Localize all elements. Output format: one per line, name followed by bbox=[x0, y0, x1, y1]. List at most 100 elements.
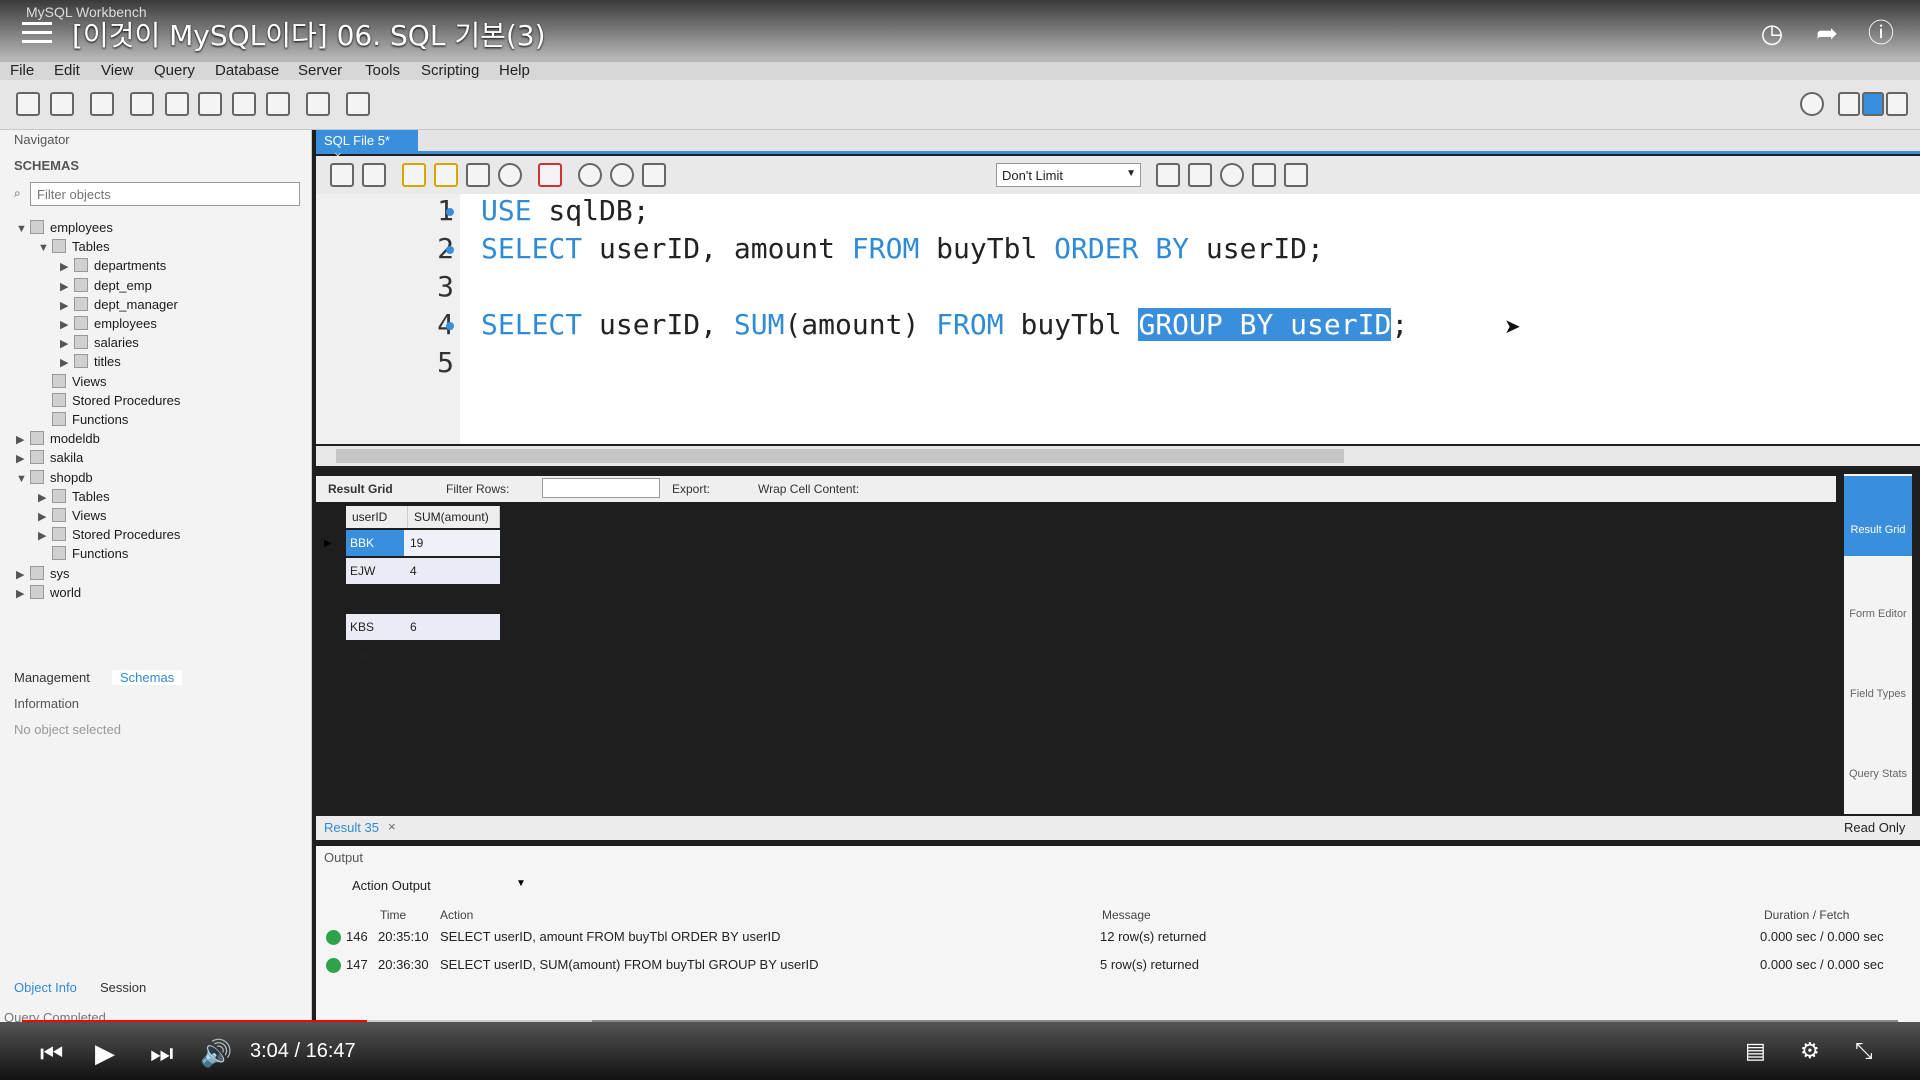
cell-userid[interactable]: EJW bbox=[350, 564, 375, 578]
execute-current-icon[interactable] bbox=[434, 163, 458, 187]
collapsed-twisty-icon[interactable]: ▶ bbox=[38, 510, 48, 523]
tree-item[interactable]: ▼ Tables bbox=[38, 239, 110, 254]
result-tab-label[interactable]: Result 35 bbox=[324, 820, 379, 835]
tree-item[interactable]: ▼ employees bbox=[16, 220, 113, 235]
menu-icon[interactable] bbox=[22, 22, 52, 44]
tree-item[interactable]: ▶ world bbox=[16, 584, 81, 600]
tree-item[interactable]: Functions bbox=[38, 546, 128, 561]
tree-item[interactable]: ▶ sys bbox=[16, 565, 70, 581]
explain-icon[interactable] bbox=[466, 163, 490, 187]
collapsed-twisty-icon[interactable]: ▶ bbox=[60, 260, 70, 273]
share-icon[interactable]: ➦ bbox=[1810, 16, 1844, 50]
collapsed-twisty-icon[interactable]: ▶ bbox=[38, 491, 48, 504]
cell-userid[interactable]: KBS bbox=[350, 620, 374, 634]
sql-editor[interactable]: 1 2 3 4 5 USE sqlDB; SELECT userID, amou… bbox=[316, 194, 1920, 444]
cell-userid[interactable]: SSK bbox=[350, 648, 374, 662]
fullscreen-exit-icon[interactable]: ⤡ bbox=[1855, 1038, 1873, 1064]
export-label[interactable]: Export: bbox=[672, 482, 710, 496]
table-row[interactable]: KBS 6 bbox=[346, 614, 500, 640]
tab-session[interactable]: Session bbox=[100, 980, 146, 995]
execute-icon[interactable] bbox=[402, 163, 426, 187]
scrollbar-thumb[interactable] bbox=[336, 449, 1344, 463]
table-row[interactable]: EJW 4 bbox=[346, 558, 500, 584]
output-row[interactable]: 146 20:35:10 SELECT userID, amount FROM … bbox=[316, 924, 1896, 950]
collapsed-twisty-icon[interactable]: ▶ bbox=[16, 587, 26, 600]
cell-sum[interactable]: 6 bbox=[410, 620, 417, 634]
inspector-icon[interactable] bbox=[90, 92, 114, 116]
column-header[interactable]: SUM(amount) bbox=[408, 506, 500, 528]
tab-object-info[interactable]: Object Info bbox=[14, 980, 77, 995]
editor-scrollbar[interactable] bbox=[316, 446, 1920, 466]
toggle-sidebar-icon[interactable] bbox=[1838, 92, 1860, 116]
tab-sql-file[interactable]: SQL File 5* × bbox=[316, 130, 418, 163]
tree-item[interactable]: ▶ Views bbox=[38, 508, 106, 523]
create-procedure-icon[interactable] bbox=[232, 92, 256, 116]
menu-help[interactable]: Help bbox=[499, 62, 530, 79]
menu-view[interactable]: View bbox=[101, 62, 133, 79]
menu-tools[interactable]: Tools bbox=[365, 62, 400, 79]
collapsed-twisty-icon[interactable]: ▶ bbox=[60, 356, 70, 369]
table-row[interactable]: JYP 1 bbox=[346, 586, 500, 612]
collapsed-twisty-icon[interactable]: ▶ bbox=[60, 299, 70, 312]
tree-item[interactable]: ▶ departments bbox=[60, 258, 166, 273]
autocommit-icon[interactable] bbox=[642, 163, 666, 187]
filter-rows-input[interactable] bbox=[542, 478, 660, 498]
tree-item[interactable]: ▶ sakila bbox=[16, 450, 83, 465]
cell-userid[interactable]: JYP bbox=[350, 592, 372, 606]
expanded-twisty-icon[interactable]: ▼ bbox=[16, 223, 27, 235]
next-icon[interactable]: ⏭ bbox=[150, 1038, 173, 1070]
menu-file[interactable]: File bbox=[10, 62, 34, 79]
tree-item[interactable]: ▼ shopdb bbox=[16, 469, 93, 485]
create-schema-icon[interactable] bbox=[130, 92, 154, 116]
video-title[interactable]: [이것이 MySQL이다] 06. SQL 기본(3) bbox=[72, 14, 546, 54]
subtitles-icon[interactable]: ▤ bbox=[1745, 1038, 1766, 1064]
cell-sum[interactable]: 19 bbox=[410, 536, 423, 550]
tree-item[interactable]: ▶ titles bbox=[60, 354, 121, 369]
find-icon[interactable] bbox=[1220, 163, 1244, 187]
wrap-cell-label[interactable]: Wrap Cell Content: bbox=[758, 482, 859, 496]
tree-item[interactable]: Stored Procedures bbox=[38, 392, 180, 408]
add-snippet-icon[interactable] bbox=[1156, 163, 1180, 187]
cell-userid[interactable]: BBK bbox=[346, 530, 404, 556]
tree-item[interactable]: ▶ Tables bbox=[38, 488, 110, 504]
expanded-twisty-icon[interactable]: ▼ bbox=[38, 242, 49, 254]
cell-sum[interactable]: 5 bbox=[410, 648, 417, 662]
menu-edit[interactable]: Edit bbox=[54, 62, 80, 79]
tab-management[interactable]: Management bbox=[14, 670, 90, 685]
collapsed-twisty-icon[interactable]: ▶ bbox=[60, 280, 70, 293]
tree-item[interactable]: Functions bbox=[38, 412, 128, 427]
collapsed-twisty-icon[interactable]: ▶ bbox=[38, 529, 48, 542]
info-icon[interactable]: ⓘ bbox=[1864, 16, 1898, 50]
toggle-error-icon[interactable] bbox=[538, 163, 562, 187]
menu-query[interactable]: Query bbox=[154, 62, 195, 79]
collapsed-twisty-icon[interactable]: ▶ bbox=[60, 337, 70, 350]
stop-icon[interactable] bbox=[498, 163, 522, 187]
field-types-button[interactable]: Field Types bbox=[1844, 640, 1912, 720]
table-row[interactable]: BBK 19 bbox=[346, 530, 500, 556]
cell-sum[interactable]: 1 bbox=[410, 592, 417, 606]
expanded-twisty-icon[interactable]: ▼ bbox=[16, 473, 27, 485]
settings-icon[interactable] bbox=[1800, 92, 1824, 116]
output-mode-select[interactable]: Action Output bbox=[352, 878, 431, 893]
volume-icon[interactable]: 🔊 bbox=[200, 1038, 232, 1069]
filter-objects-input[interactable] bbox=[30, 182, 300, 206]
tree-item[interactable]: ▶ salaries bbox=[60, 335, 139, 350]
invisible-chars-icon[interactable] bbox=[1252, 163, 1276, 187]
chevron-down-icon[interactable]: ▼ bbox=[516, 878, 526, 889]
query-stats-button[interactable]: Query Stats bbox=[1844, 720, 1912, 800]
output-row[interactable]: 147 20:36:30 SELECT userID, SUM(amount) … bbox=[316, 952, 1896, 978]
result-grid-label[interactable]: Result Grid bbox=[328, 482, 393, 496]
beautify-icon[interactable] bbox=[1188, 163, 1212, 187]
reconnect-icon[interactable] bbox=[346, 92, 370, 116]
watch-later-icon[interactable]: ◷ bbox=[1755, 16, 1789, 50]
tree-item[interactable]: ▶ dept_manager bbox=[60, 296, 178, 312]
collapsed-twisty-icon[interactable]: ▶ bbox=[16, 433, 26, 446]
close-icon[interactable]: × bbox=[388, 819, 396, 834]
wrap-lines-icon[interactable] bbox=[1284, 163, 1308, 187]
tree-item[interactable]: ▶ modeldb bbox=[16, 431, 100, 446]
commit-icon[interactable] bbox=[578, 163, 602, 187]
new-sql-tab-icon[interactable] bbox=[16, 92, 40, 116]
toggle-secondary-sidebar-icon[interactable] bbox=[1886, 92, 1908, 116]
tree-item[interactable]: Views bbox=[38, 373, 106, 389]
previous-icon[interactable]: ⏮ bbox=[40, 1038, 63, 1070]
